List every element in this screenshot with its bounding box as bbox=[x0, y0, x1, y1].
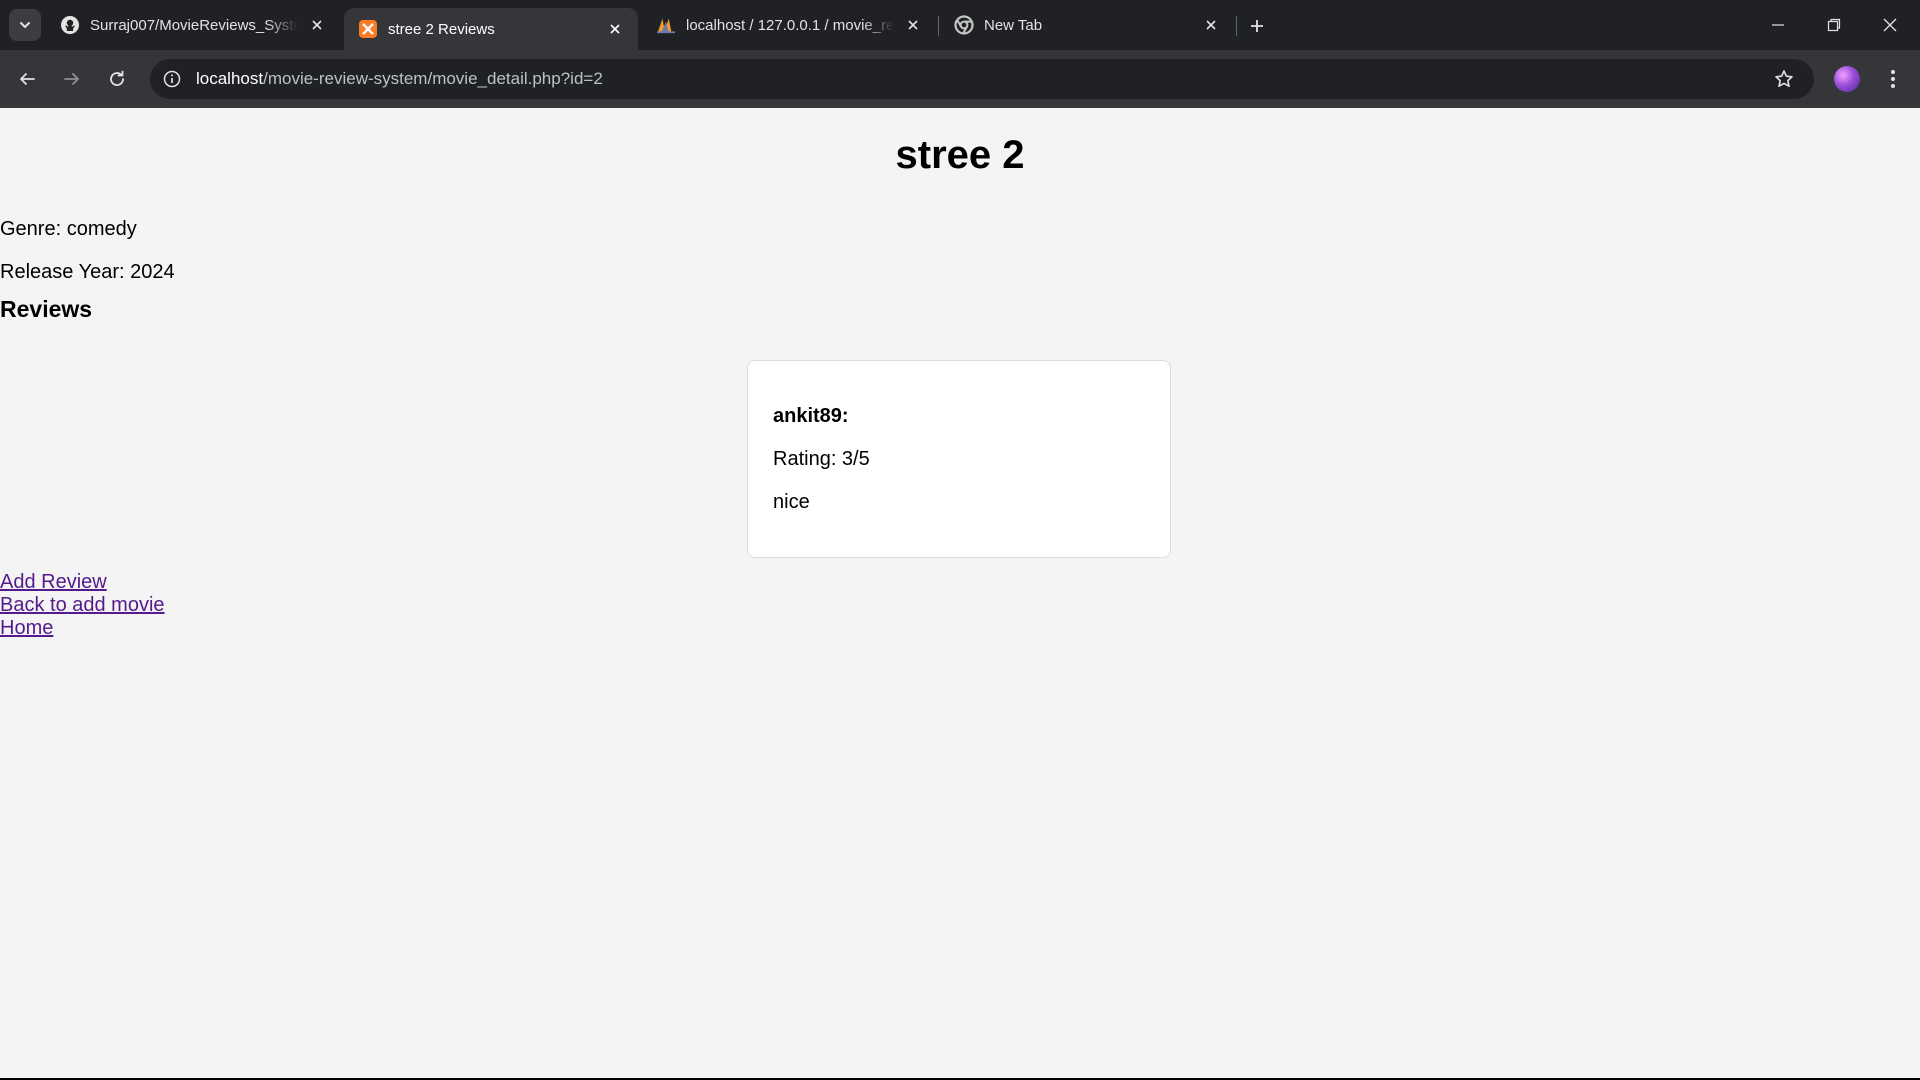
browser-menu-button[interactable] bbox=[1878, 64, 1908, 94]
browser-window: Surraj007/MovieReviews_System stree 2 Re… bbox=[0, 0, 1920, 1080]
plus-icon bbox=[1251, 20, 1263, 32]
more-vertical-icon bbox=[1891, 70, 1895, 88]
url-path: /movie-review-system/movie_detail.php?id… bbox=[263, 69, 603, 88]
url-text: localhost/movie-review-system/movie_deta… bbox=[196, 69, 603, 89]
tab-title: New Tab bbox=[984, 16, 1043, 34]
close-window-button[interactable] bbox=[1862, 0, 1918, 50]
arrow-right-icon bbox=[64, 73, 79, 85]
site-info-icon[interactable] bbox=[160, 67, 184, 91]
page-content: stree 2 Genre: comedy Release Year: 2024… bbox=[0, 108, 1920, 1080]
tab-title: Surraj007/MovieReviews_System bbox=[90, 16, 298, 34]
movie-release-year: Release Year: 2024 bbox=[0, 261, 175, 283]
review-card: ankit89: Rating: 3/5 nice bbox=[747, 360, 1171, 558]
restore-button[interactable] bbox=[1806, 0, 1862, 50]
tab-separator bbox=[1236, 16, 1237, 36]
home-link[interactable]: Home bbox=[0, 617, 165, 640]
forward-button[interactable] bbox=[57, 64, 87, 94]
tab-strip: Surraj007/MovieReviews_System stree 2 Re… bbox=[0, 0, 1920, 50]
new-tab-button[interactable] bbox=[1244, 13, 1270, 39]
xampp-icon bbox=[358, 19, 378, 39]
arrow-left-icon bbox=[20, 73, 35, 85]
close-icon[interactable] bbox=[306, 14, 328, 36]
back-to-add-movie-link[interactable]: Back to add movie bbox=[0, 594, 165, 617]
reviews-heading: Reviews bbox=[0, 296, 93, 322]
tab-title: localhost / 127.0.0.1 / movie_reviews bbox=[686, 16, 894, 34]
close-icon[interactable] bbox=[902, 14, 924, 36]
restore-icon bbox=[1827, 18, 1841, 32]
tab-separator bbox=[938, 16, 939, 36]
tab-stree-2-reviews[interactable]: stree 2 Reviews bbox=[344, 8, 638, 50]
minimize-button[interactable] bbox=[1750, 0, 1806, 50]
movie-title: stree 2 bbox=[895, 133, 1025, 177]
reload-icon bbox=[110, 70, 124, 86]
address-bar[interactable]: localhost/movie-review-system/movie_deta… bbox=[150, 59, 1814, 99]
review-text: nice bbox=[773, 491, 810, 513]
bookmark-star-icon[interactable] bbox=[1772, 67, 1796, 91]
movie-genre: Genre: comedy bbox=[0, 218, 137, 240]
browser-toolbar: localhost/movie-review-system/movie_deta… bbox=[0, 50, 1920, 108]
chrome-icon bbox=[954, 15, 974, 35]
profile-avatar[interactable] bbox=[1834, 66, 1860, 92]
tab-github[interactable]: Surraj007/MovieReviews_System bbox=[46, 8, 340, 42]
page-links: Add Review Back to add movie Home bbox=[0, 571, 165, 640]
tab-new-tab[interactable]: New Tab bbox=[940, 8, 1234, 42]
phpmyadmin-icon bbox=[656, 15, 676, 35]
close-icon[interactable] bbox=[604, 18, 626, 40]
reload-button[interactable] bbox=[102, 64, 132, 94]
add-review-link[interactable]: Add Review bbox=[0, 571, 165, 594]
github-icon bbox=[60, 15, 80, 35]
url-host: localhost bbox=[196, 69, 264, 88]
minimize-icon bbox=[1772, 24, 1784, 26]
tab-title: stree 2 Reviews bbox=[388, 20, 495, 38]
chevron-down-icon bbox=[20, 22, 30, 28]
back-button[interactable] bbox=[12, 64, 42, 94]
review-username: ankit89: bbox=[773, 405, 849, 427]
review-rating: Rating: 3/5 bbox=[773, 448, 870, 470]
close-icon bbox=[1883, 18, 1897, 32]
tab-phpmyadmin[interactable]: localhost / 127.0.0.1 / movie_reviews bbox=[642, 8, 936, 42]
close-icon[interactable] bbox=[1200, 14, 1222, 36]
tab-search-button[interactable] bbox=[9, 9, 41, 41]
